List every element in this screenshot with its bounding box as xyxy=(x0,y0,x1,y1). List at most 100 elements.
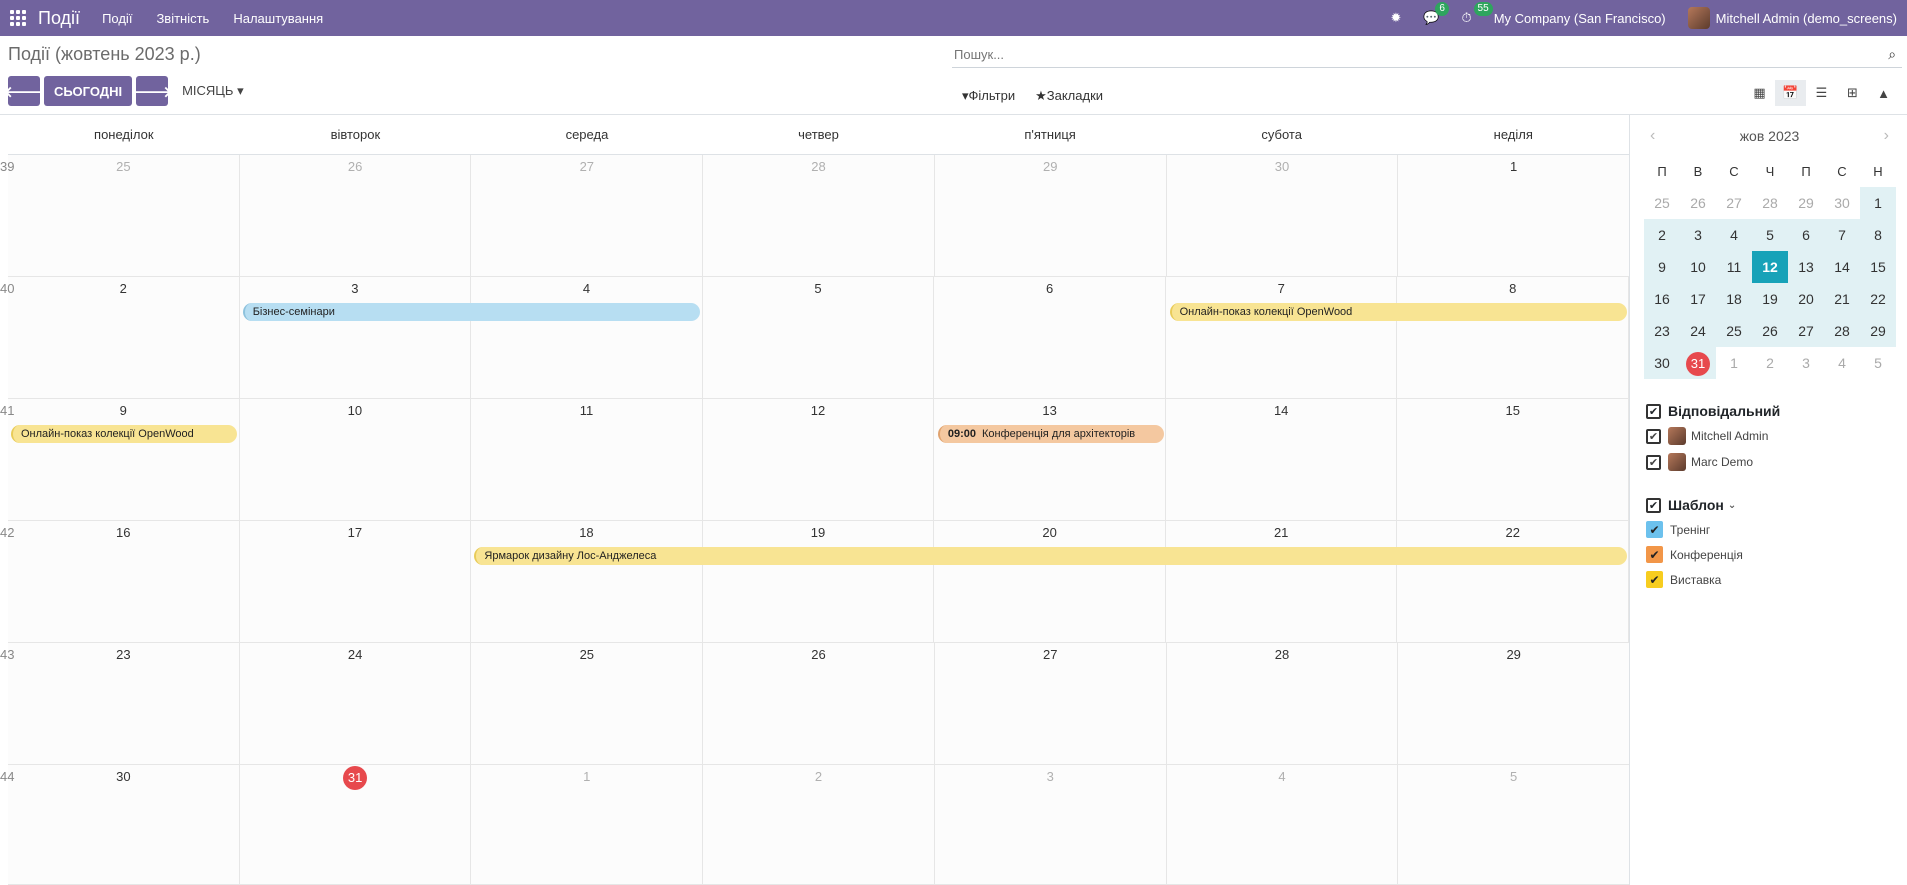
mini-day[interactable]: 31 xyxy=(1680,347,1716,379)
chevron-down-icon[interactable]: ⌄ xyxy=(1728,500,1736,511)
day-cell[interactable]: 27 xyxy=(471,155,704,276)
day-cell[interactable]: 20 xyxy=(934,521,1166,642)
mini-day[interactable]: 14 xyxy=(1824,251,1860,283)
day-cell[interactable]: 24 xyxy=(239,643,472,764)
mini-next-icon[interactable]: › xyxy=(1884,127,1889,145)
mini-day[interactable]: 10 xyxy=(1680,251,1716,283)
day-cell[interactable]: 9 xyxy=(8,399,240,520)
mini-day[interactable]: 26 xyxy=(1680,187,1716,219)
calendar-event[interactable]: Онлайн-показ колекції OpenWood xyxy=(11,425,237,443)
menu-item-reporting[interactable]: Звітність xyxy=(156,11,209,26)
checkbox-icon[interactable]: ✔ xyxy=(1646,428,1661,444)
graph-view-icon[interactable]: ▲ xyxy=(1868,80,1899,106)
day-cell[interactable]: 15 xyxy=(1397,399,1630,520)
day-cell[interactable]: 30 xyxy=(8,765,240,884)
mini-day[interactable]: 29 xyxy=(1860,315,1896,347)
calendar-event[interactable]: Ярмарок дизайну Лос-Анджелеса xyxy=(474,547,1627,565)
mini-day[interactable]: 28 xyxy=(1824,315,1860,347)
mini-day[interactable]: 2 xyxy=(1752,347,1788,379)
day-cell[interactable]: 3 xyxy=(934,765,1167,884)
favorites-button[interactable]: ★Закладки xyxy=(1035,88,1103,104)
mini-day[interactable]: 6 xyxy=(1788,219,1824,251)
day-cell[interactable]: 21 xyxy=(1165,521,1398,642)
mini-day[interactable]: 2 xyxy=(1644,219,1680,251)
mini-day[interactable]: 13 xyxy=(1788,251,1824,283)
day-cell[interactable]: 2 xyxy=(8,277,240,398)
day-cell[interactable]: 3 xyxy=(239,277,472,398)
day-cell[interactable]: 4 xyxy=(1166,765,1399,884)
list-view-icon[interactable]: ☰ xyxy=(1806,80,1837,106)
mini-day[interactable]: 3 xyxy=(1788,347,1824,379)
day-cell[interactable]: 17 xyxy=(239,521,472,642)
checkbox-icon[interactable]: ✔ xyxy=(1646,571,1663,588)
calendar-event[interactable]: Онлайн-показ колекції OpenWood xyxy=(1169,303,1627,321)
mini-day[interactable]: 4 xyxy=(1824,347,1860,379)
mini-day[interactable]: 29 xyxy=(1788,187,1824,219)
checkbox-icon[interactable]: ✔ xyxy=(1646,546,1663,563)
mini-day[interactable]: 30 xyxy=(1824,187,1860,219)
day-cell[interactable]: 27 xyxy=(934,643,1167,764)
mini-day[interactable]: 5 xyxy=(1860,347,1896,379)
menu-item-events[interactable]: Події xyxy=(102,11,132,26)
mini-day[interactable]: 7 xyxy=(1824,219,1860,251)
mini-prev-icon[interactable]: ‹ xyxy=(1650,127,1655,145)
mini-day[interactable]: 1 xyxy=(1860,187,1896,219)
mini-day[interactable]: 27 xyxy=(1716,187,1752,219)
responsible-all-checkbox[interactable]: ✔ xyxy=(1646,403,1661,419)
day-cell[interactable]: 22 xyxy=(1397,521,1630,642)
template-item[interactable]: ✔ Тренінг xyxy=(1646,521,1907,538)
mini-day[interactable]: 30 xyxy=(1644,347,1680,379)
day-cell[interactable]: 2 xyxy=(703,765,935,884)
day-cell[interactable]: 26 xyxy=(703,643,935,764)
mini-day[interactable]: 17 xyxy=(1680,283,1716,315)
day-cell[interactable]: 26 xyxy=(239,155,472,276)
responsible-item[interactable]: ✔ Mitchell Admin xyxy=(1646,427,1907,445)
day-cell[interactable]: 18 xyxy=(471,521,703,642)
mini-day[interactable]: 28 xyxy=(1752,187,1788,219)
day-cell[interactable]: 30 xyxy=(1166,155,1399,276)
mini-day[interactable]: 15 xyxy=(1860,251,1896,283)
day-cell[interactable]: 8 xyxy=(1397,277,1630,398)
day-cell[interactable]: 29 xyxy=(934,155,1167,276)
day-cell[interactable]: 16 xyxy=(8,521,240,642)
mini-day[interactable]: 11 xyxy=(1716,251,1752,283)
mini-day[interactable]: 9 xyxy=(1644,251,1680,283)
mini-day[interactable]: 25 xyxy=(1644,187,1680,219)
checkbox-icon[interactable]: ✔ xyxy=(1646,454,1661,470)
template-item[interactable]: ✔ Виставка xyxy=(1646,571,1907,588)
day-cell[interactable]: 31 xyxy=(239,765,472,884)
checkbox-icon[interactable]: ✔ xyxy=(1646,521,1663,538)
menu-item-settings[interactable]: Налаштування xyxy=(233,11,323,26)
search-input[interactable] xyxy=(952,46,1883,63)
calendar-view-icon[interactable]: 📅 xyxy=(1775,80,1806,106)
day-cell[interactable]: 1 xyxy=(471,765,704,884)
mini-day[interactable]: 21 xyxy=(1824,283,1860,315)
day-cell[interactable]: 6 xyxy=(934,277,1166,398)
mini-day[interactable]: 3 xyxy=(1680,219,1716,251)
mini-day[interactable]: 26 xyxy=(1752,315,1788,347)
template-item[interactable]: ✔ Конференція xyxy=(1646,546,1907,563)
mini-day[interactable]: 27 xyxy=(1788,315,1824,347)
mini-day[interactable]: 23 xyxy=(1644,315,1680,347)
next-button[interactable]: 🡒 xyxy=(132,76,172,106)
mini-day[interactable]: 24 xyxy=(1680,315,1716,347)
mini-day[interactable]: 20 xyxy=(1788,283,1824,315)
activity-clock-icon[interactable]: ⏱ 55 xyxy=(1462,2,1493,26)
mini-day[interactable]: 19 xyxy=(1752,283,1788,315)
messages-icon[interactable]: 💬 6 xyxy=(1423,2,1449,26)
debug-bug-icon[interactable]: ✹ xyxy=(1390,10,1401,26)
day-cell[interactable]: 7 xyxy=(1165,277,1398,398)
mini-day[interactable]: 25 xyxy=(1716,315,1752,347)
day-cell[interactable]: 5 xyxy=(702,277,935,398)
mini-day[interactable]: 18 xyxy=(1716,283,1752,315)
mini-day[interactable]: 16 xyxy=(1644,283,1680,315)
day-cell[interactable]: 23 xyxy=(8,643,240,764)
mini-day[interactable]: 4 xyxy=(1716,219,1752,251)
mini-day[interactable]: 8 xyxy=(1860,219,1896,251)
app-brand[interactable]: Події xyxy=(38,8,80,29)
responsible-item[interactable]: ✔ Marc Demo xyxy=(1646,453,1907,471)
today-button[interactable]: СЬОГОДНІ xyxy=(44,76,133,106)
mini-day[interactable]: 22 xyxy=(1860,283,1896,315)
pivot-view-icon[interactable]: ⊞ xyxy=(1837,80,1868,106)
mini-day-selected[interactable]: 12 xyxy=(1752,251,1788,283)
